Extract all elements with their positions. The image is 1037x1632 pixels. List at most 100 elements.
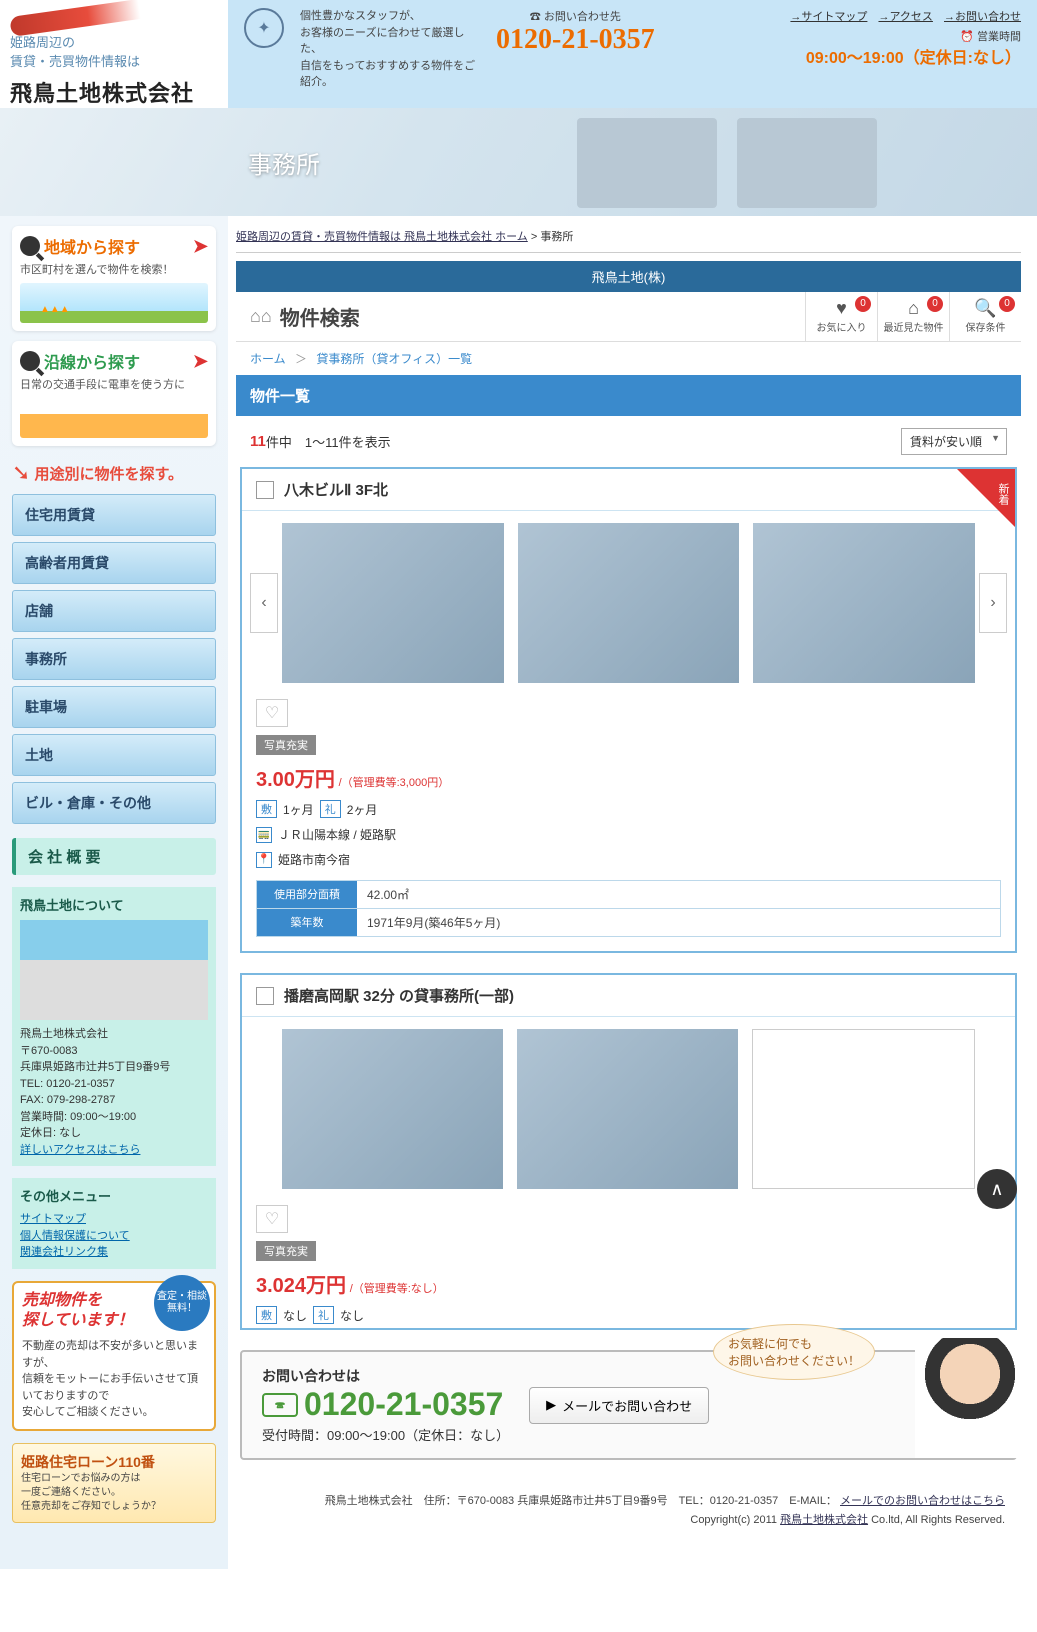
- shiki-value: 1ヶ月: [283, 801, 314, 818]
- footer-mail-link[interactable]: メールでのお問い合わせはこちら: [840, 1495, 1005, 1507]
- footer-company-link[interactable]: 飛鳥土地株式会社: [780, 1514, 868, 1526]
- toolbar-favorites[interactable]: ♥ お気に入り 0: [805, 292, 877, 341]
- about-zip: 〒670-0083: [20, 1043, 208, 1060]
- gallery-image[interactable]: [752, 1029, 975, 1189]
- category-item[interactable]: 店舗: [12, 590, 216, 632]
- category-item[interactable]: 高齢者用賃貸: [12, 542, 216, 584]
- category-heading: 用途別に物件を探す。: [34, 463, 183, 484]
- contact-person-image: [915, 1338, 1025, 1458]
- tagline-2: 賃貸・売買物件情報は: [10, 51, 218, 70]
- loan-banner[interactable]: 姫路住宅ローン110番 住宅ローンでお悩みの方は 一度ご連絡ください。 任意売却…: [12, 1443, 216, 1523]
- card-gallery: ‹ ›: [242, 511, 1015, 695]
- gallery-image[interactable]: [518, 523, 740, 683]
- footer-line1: 飛鳥土地株式会社 住所：〒670-0083 兵庫県姫路市辻井5丁目9番9号 TE…: [325, 1495, 837, 1507]
- app-title-text: 物件検索: [280, 302, 360, 331]
- spec-value: 1971年9月(築46年5ヶ月): [357, 909, 510, 936]
- other-menu-item[interactable]: サイトマップ: [20, 1213, 86, 1225]
- sell-body: 不動産の売却は不安が多いと思いますが、 信頼をモットーにお手伝いさせて頂いており…: [22, 1338, 206, 1421]
- spec-value: 42.00㎡: [357, 881, 419, 908]
- property-checkbox[interactable]: [256, 481, 274, 499]
- search-by-line[interactable]: 沿線から探す ➤ 日常の交通手段に電車を使う方に: [12, 341, 216, 446]
- contact-phone-number: 0120-21-0357: [304, 1386, 503, 1423]
- about-access-link[interactable]: 詳しいアクセスはこちら: [20, 1144, 140, 1156]
- addr-row: 📍 姫路市南今宿: [242, 847, 1015, 872]
- contact-bubble: お気軽に何でも お問い合わせください！: [713, 1324, 875, 1380]
- about-holiday: 定休日: なし: [20, 1125, 208, 1142]
- other-menu-item[interactable]: 個人情報保護について: [20, 1230, 130, 1242]
- link-contact[interactable]: →お問い合わせ: [944, 11, 1021, 23]
- toolbar-saved[interactable]: 🔍 保存条件 0: [949, 292, 1021, 341]
- link-sitemap[interactable]: →サイトマップ: [790, 11, 867, 23]
- sort-select[interactable]: 賃料が安い順: [901, 428, 1007, 455]
- breadcrumb-global: 姫路周辺の賃貸・売買物件情報は 飛鳥土地株式会社 ホーム > 事務所: [236, 224, 1021, 253]
- gallery-image[interactable]: [517, 1029, 738, 1189]
- link-access[interactable]: →アクセス: [878, 11, 932, 23]
- phone-number: 0120-21-0357: [496, 24, 655, 56]
- category-item[interactable]: ビル・倉庫・その他: [12, 782, 216, 824]
- shiki-label: 敷: [256, 800, 277, 818]
- arrow-icon: ➤: [193, 351, 208, 372]
- mail-contact-button[interactable]: ▶ メールでお問い合わせ: [529, 1387, 709, 1424]
- gallery-next-button[interactable]: ›: [979, 573, 1007, 633]
- gallery-prev-button[interactable]: ‹: [250, 573, 278, 633]
- line-row: 🚃 ＪＲ山陽本線 / 姫路駅: [242, 822, 1015, 847]
- search-line-title: 沿線から探す: [44, 349, 140, 373]
- breadcrumb-sep: >: [531, 231, 540, 243]
- category-item[interactable]: 駐車場: [12, 686, 216, 728]
- gallery-image[interactable]: [282, 523, 504, 683]
- favorite-button[interactable]: ♡: [256, 699, 288, 727]
- header-branding: 姫路周辺の 賃貸・売買物件情報は 飛鳥土地株式会社: [0, 0, 228, 108]
- breadcrumb-app-current: 貸事務所（貸オフィス）一覧: [316, 352, 472, 366]
- search-by-area[interactable]: 地域から探す ➤ 市区町村を選んで物件を検索！: [12, 226, 216, 331]
- toolbar-saved-label: 保存条件: [966, 323, 1006, 334]
- gallery-image[interactable]: [753, 523, 975, 683]
- breadcrumb-app-home[interactable]: ホーム: [250, 352, 286, 366]
- price: 3.024万円: [256, 1275, 346, 1297]
- sell-badge: 査定・相談 無料！: [154, 1275, 210, 1331]
- hero-title: 事務所: [248, 145, 320, 180]
- arrow-icon: ➘: [12, 460, 30, 486]
- property-checkbox[interactable]: [256, 987, 274, 1005]
- favorite-button[interactable]: ♡: [256, 1205, 288, 1233]
- toolbar-fav-label: お気に入り: [817, 323, 867, 334]
- about-name: 飛鳥土地株式会社: [20, 1026, 208, 1043]
- property-title[interactable]: 播磨高岡駅 32分 の貸事務所(一部): [284, 985, 514, 1006]
- breadcrumb-app: ホーム ＞ 貸事務所（貸オフィス）一覧: [236, 342, 1021, 375]
- other-menu-box: その他メニュー サイトマップ 個人情報保護について 関連会社リンク集: [12, 1178, 216, 1269]
- property-title[interactable]: 八木ビルⅡ 3F北: [284, 479, 388, 500]
- other-menu-item[interactable]: 関連会社リンク集: [20, 1246, 108, 1258]
- breadcrumb-home-link[interactable]: 姫路周辺の賃貸・売買物件情報は 飛鳥土地株式会社 ホーム: [236, 231, 528, 243]
- footer-copyright-pre: Copyright(c) 2011: [690, 1514, 780, 1526]
- category-item[interactable]: 土地: [12, 734, 216, 776]
- fav-count: 0: [855, 296, 871, 312]
- company-name[interactable]: 飛鳥土地株式会社: [10, 76, 218, 108]
- gallery-image[interactable]: [282, 1029, 503, 1189]
- about-tel: TEL: 0120-21-0357: [20, 1076, 208, 1093]
- shiki-label: 敷: [256, 1306, 277, 1324]
- contact-phone: 🕿 0120-21-0357: [262, 1386, 509, 1423]
- company-overview-link[interactable]: 会 社 概 要: [12, 838, 216, 875]
- category-item[interactable]: 住宅用賃貸: [12, 494, 216, 536]
- breadcrumb-sep: ＞: [295, 352, 307, 366]
- spec-table: 使用部分面積 42.00㎡ 築年数 1971年9月(築46年5ヶ月): [256, 880, 1001, 937]
- toolbar-recent[interactable]: ⌂ 最近見た物件 0: [877, 292, 949, 341]
- header-message: 個性豊かなスタッフが、 お客様のニーズに合わせて厳選した、 自信をもっておすすめ…: [300, 8, 480, 91]
- card-header: 八木ビルⅡ 3F北: [242, 469, 1015, 511]
- result-meta: 11 件中 1～11件を表示 賃料が安い順: [236, 416, 1021, 467]
- house-icon: ⌂⌂: [250, 306, 272, 327]
- pin-icon: 📍: [256, 852, 272, 868]
- card-gallery: [242, 1017, 1015, 1201]
- category-heading-row: ➘ 用途別に物件を探す。: [12, 460, 216, 486]
- spec-label: 築年数: [257, 909, 357, 936]
- category-item[interactable]: 事務所: [12, 638, 216, 680]
- freedial-icon: 🕿: [262, 1393, 298, 1417]
- fee-row: 敷 1ヶ月 礼 2ヶ月: [242, 796, 1015, 822]
- rei-value: なし: [340, 1307, 364, 1324]
- footer-copyright-post: Co.ltd, All Rights Reserved.: [871, 1514, 1005, 1526]
- hero-person-2: [737, 118, 877, 208]
- sell-banner[interactable]: 査定・相談 無料！ 売却物件を 探しています！ 不動産の売却は不安が多いと思いま…: [12, 1281, 216, 1431]
- photo-tag: 写真充実: [256, 1241, 316, 1261]
- about-fax: FAX: 079-298-2787: [20, 1092, 208, 1109]
- about-box: 飛鳥土地について 飛鳥土地株式会社 〒670-0083 兵庫県姫路市辻井5丁目9…: [12, 887, 216, 1166]
- header-links: →サイトマップ →アクセス →お問い合わせ: [782, 8, 1021, 24]
